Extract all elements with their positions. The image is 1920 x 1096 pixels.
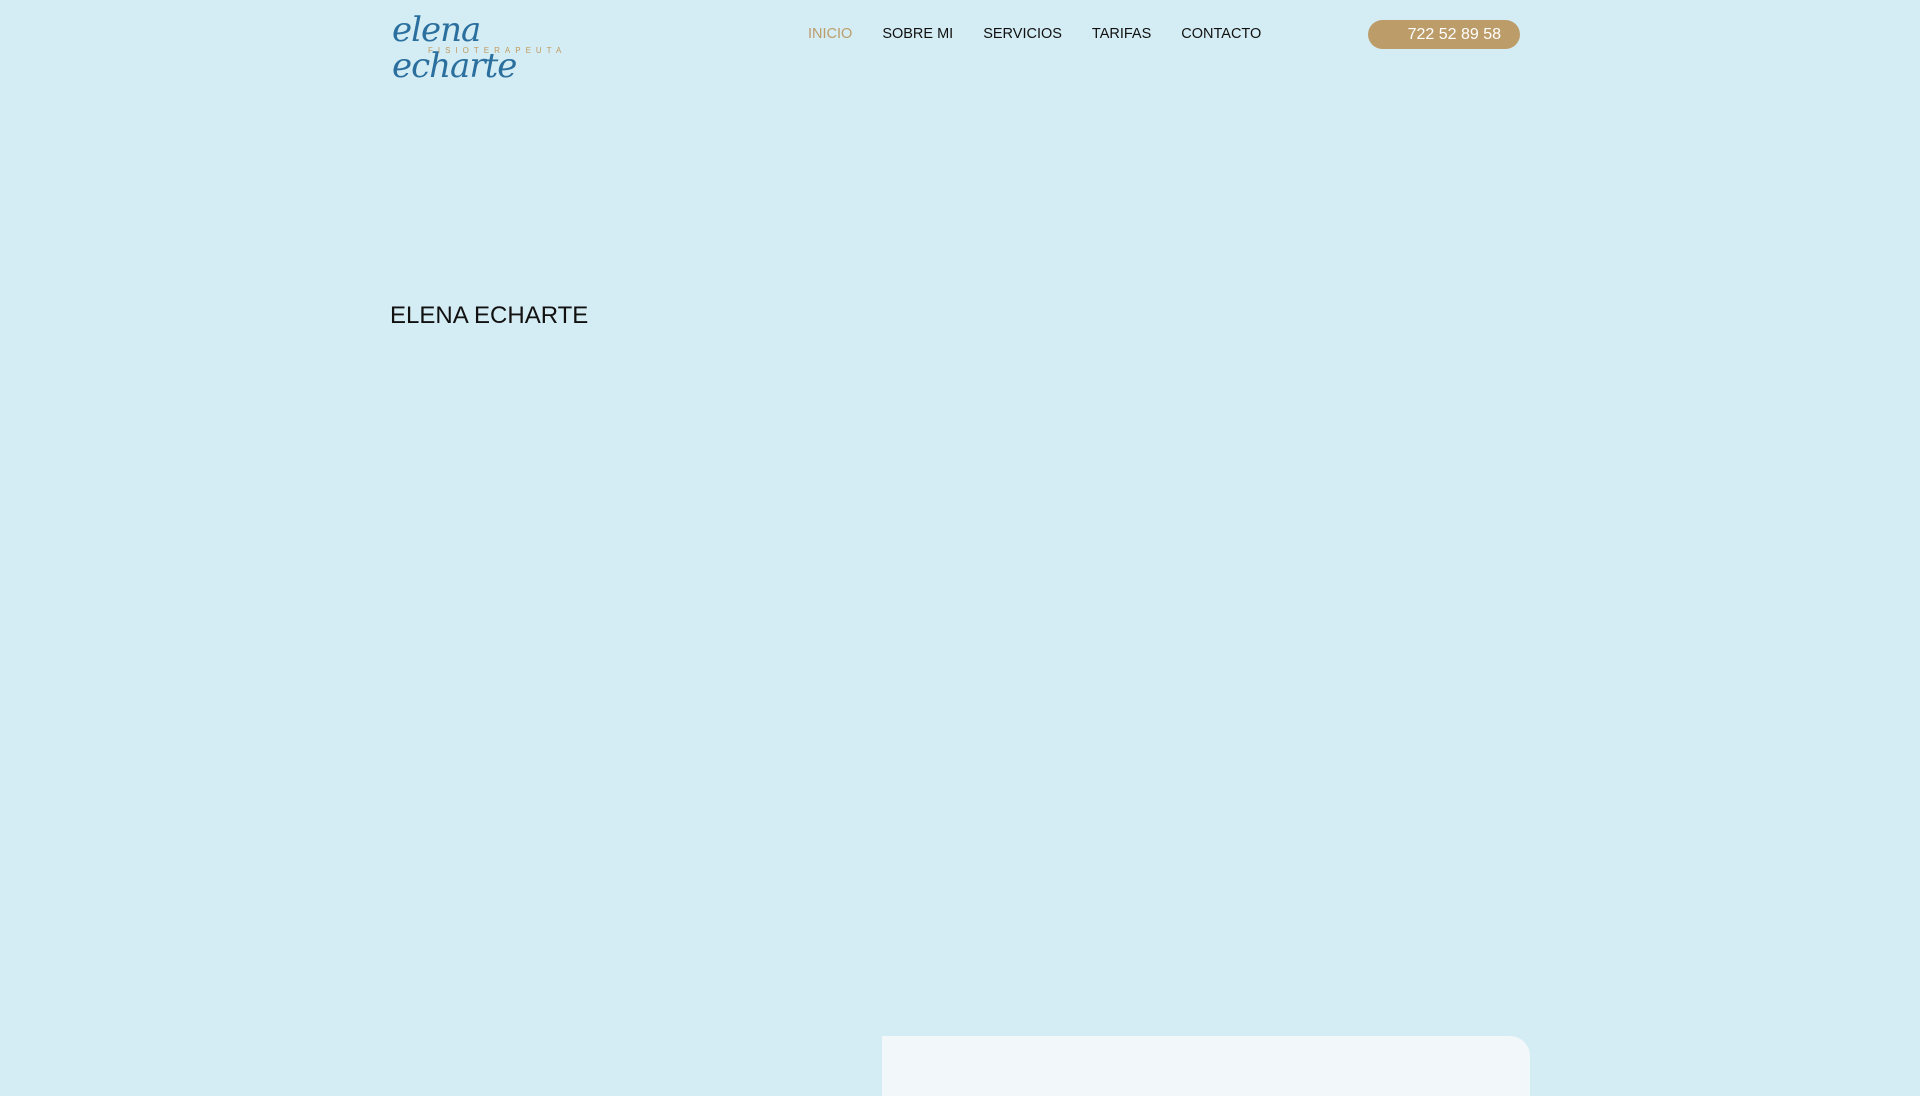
- nav-inicio[interactable]: INICIO: [808, 25, 852, 43]
- hero-title: ELENA ECHARTE: [390, 302, 589, 329]
- phone-button[interactable]: 722 52 89 58: [1368, 20, 1520, 49]
- main-nav: INICIO SOBRE MI SERVICIOS TARIFAS CONTAC…: [808, 25, 1291, 43]
- logo[interactable]: elena echarte FISIOTERAPEUTA: [392, 12, 614, 84]
- content-panel: [882, 1036, 1530, 1096]
- nav-servicios[interactable]: SERVICIOS: [983, 25, 1062, 43]
- nav-tarifas[interactable]: TARIFAS: [1092, 25, 1151, 43]
- nav-contacto[interactable]: CONTACTO: [1181, 25, 1261, 43]
- nav-sobre-mi[interactable]: SOBRE MI: [882, 25, 953, 43]
- logo-subtitle: FISIOTERAPEUTA: [428, 46, 567, 55]
